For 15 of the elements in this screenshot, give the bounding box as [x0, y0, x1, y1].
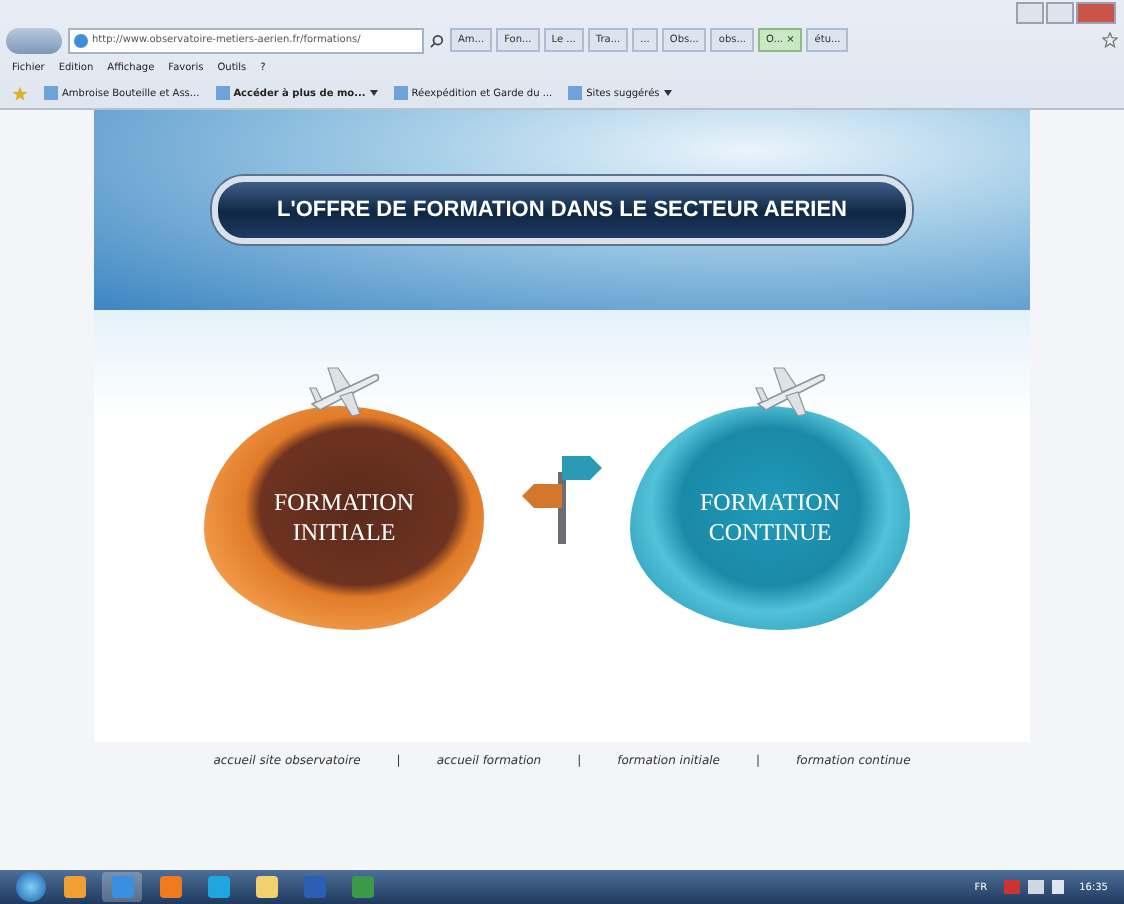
favorite-page-icon: [568, 86, 583, 100]
favorites-star-icon[interactable]: [12, 85, 28, 101]
favorite-page-icon: [215, 86, 230, 100]
caret-icon[interactable]: [369, 90, 378, 96]
banner-title: L'OFFRE DE FORMATION DANS LE SECTEUR AERIEN: [211, 176, 913, 244]
window-controls[interactable]: [1016, 2, 1116, 22]
caret-icon[interactable]: [663, 90, 672, 96]
search-icon[interactable]: [430, 33, 444, 47]
start-button[interactable]: [16, 872, 46, 902]
favorite-page-icon: [44, 86, 58, 100]
page-icon: [74, 33, 88, 47]
favorite-page-icon: [393, 86, 408, 100]
formation-button[interactable]: FORMATION INITIALE: [204, 405, 484, 629]
star-icon[interactable]: [1102, 32, 1118, 48]
formation-button[interactable]: FORMATION CONTINUE: [630, 405, 910, 629]
